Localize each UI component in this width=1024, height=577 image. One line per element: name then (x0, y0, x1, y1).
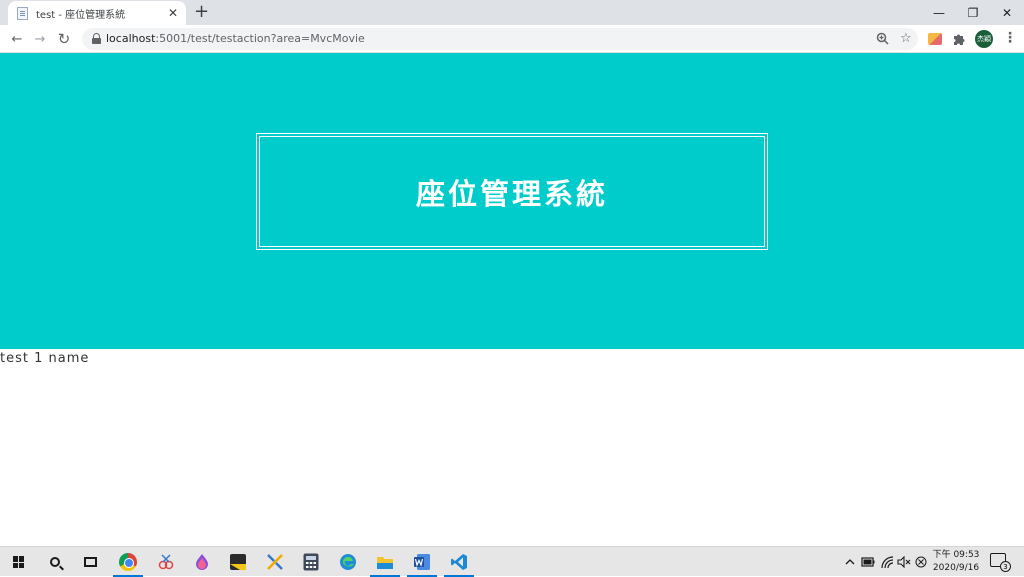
address-bar[interactable]: localhost:5001/test/testaction?area=MvcM… (82, 28, 918, 50)
vscode-icon (451, 554, 467, 570)
taskbar-app-file-explorer[interactable] (366, 547, 404, 577)
chrome-icon (119, 553, 137, 571)
windows-logo-icon (13, 556, 25, 568)
window-controls: — ❐ ✕ (922, 0, 1024, 25)
start-button[interactable] (0, 547, 38, 577)
tool-app-icon (267, 554, 283, 570)
taskbar: 下午 09:53 2020/9/16 3 (0, 546, 1024, 577)
edge-icon (340, 554, 356, 570)
url-text[interactable]: localhost:5001/test/testaction?area=MvcM… (106, 32, 365, 45)
taskbar-search-button[interactable] (36, 547, 74, 577)
extensions-puzzle-icon[interactable] (952, 32, 966, 46)
taskbar-app-tool[interactable] (256, 547, 294, 577)
calculator-icon (303, 553, 319, 571)
snipping-tool-icon (158, 554, 174, 570)
tray-overflow-chevron-icon[interactable] (845, 557, 855, 567)
taskbar-app-sticky-notes[interactable] (219, 547, 257, 577)
taskbar-app-paint-3d[interactable] (183, 547, 221, 577)
speaker-muted-icon[interactable] (897, 556, 911, 568)
word-icon (414, 554, 430, 570)
wifi-icon[interactable] (880, 555, 894, 569)
clock-time: 下午 09:53 (932, 550, 980, 560)
web-page: 座位管理系統 test 1 name (0, 53, 1024, 546)
tab-close-button[interactable]: ✕ (166, 6, 180, 20)
hero-title-frame: 座位管理系統 (256, 133, 768, 250)
tab-title: test - 座位管理系統 (36, 9, 126, 21)
file-explorer-icon (377, 557, 393, 569)
task-view-button[interactable] (71, 547, 109, 577)
search-icon (50, 557, 60, 567)
zoom-icon[interactable] (876, 32, 889, 45)
profile-avatar[interactable]: 杰穎 (975, 30, 993, 48)
bookmark-star-icon[interactable]: ☆ (900, 31, 912, 46)
content-text: test 1 name (0, 351, 90, 366)
task-view-icon (83, 557, 97, 567)
page-favicon-icon (17, 6, 28, 20)
taskbar-clock[interactable]: 下午 09:53 2020/9/16 (930, 549, 982, 575)
clock-date: 2020/9/16 (932, 563, 980, 573)
minimize-button[interactable]: — (922, 0, 956, 25)
browser-tab[interactable]: test - 座位管理系統 ✕ (8, 1, 186, 25)
back-button[interactable]: ← (8, 30, 26, 48)
taskbar-app-chrome[interactable] (109, 547, 147, 577)
reload-button[interactable]: ↻ (55, 30, 73, 48)
sticky-notes-icon (230, 554, 246, 570)
taskbar-app-vscode[interactable] (440, 547, 478, 577)
browser-toolbar: ← → ↻ localhost:5001/test/testaction?are… (0, 25, 1024, 53)
browser-menu-button[interactable]: ⋮ (1003, 30, 1017, 46)
page-title: 座位管理系統 (415, 176, 608, 211)
taskbar-app-snipping-tool[interactable] (147, 547, 185, 577)
tab-strip: test - 座位管理系統 ✕ + — ❐ ✕ (0, 0, 1024, 25)
notification-count-badge: 3 (1000, 561, 1011, 572)
taskbar-app-calculator[interactable] (292, 547, 330, 577)
battery-icon[interactable] (861, 556, 875, 568)
taskbar-app-edge[interactable] (329, 547, 367, 577)
lock-icon[interactable] (92, 33, 101, 44)
close-window-button[interactable]: ✕ (990, 0, 1024, 25)
ime-status-icon[interactable] (915, 556, 927, 568)
taskbar-app-word[interactable] (403, 547, 441, 577)
paint-3d-icon (196, 554, 208, 570)
hero-banner: 座位管理系統 (0, 53, 1024, 349)
forward-button[interactable]: → (31, 30, 49, 48)
restore-button[interactable]: ❐ (956, 0, 990, 25)
new-tab-button[interactable]: + (194, 2, 209, 22)
extension-image-icon[interactable] (928, 33, 942, 45)
